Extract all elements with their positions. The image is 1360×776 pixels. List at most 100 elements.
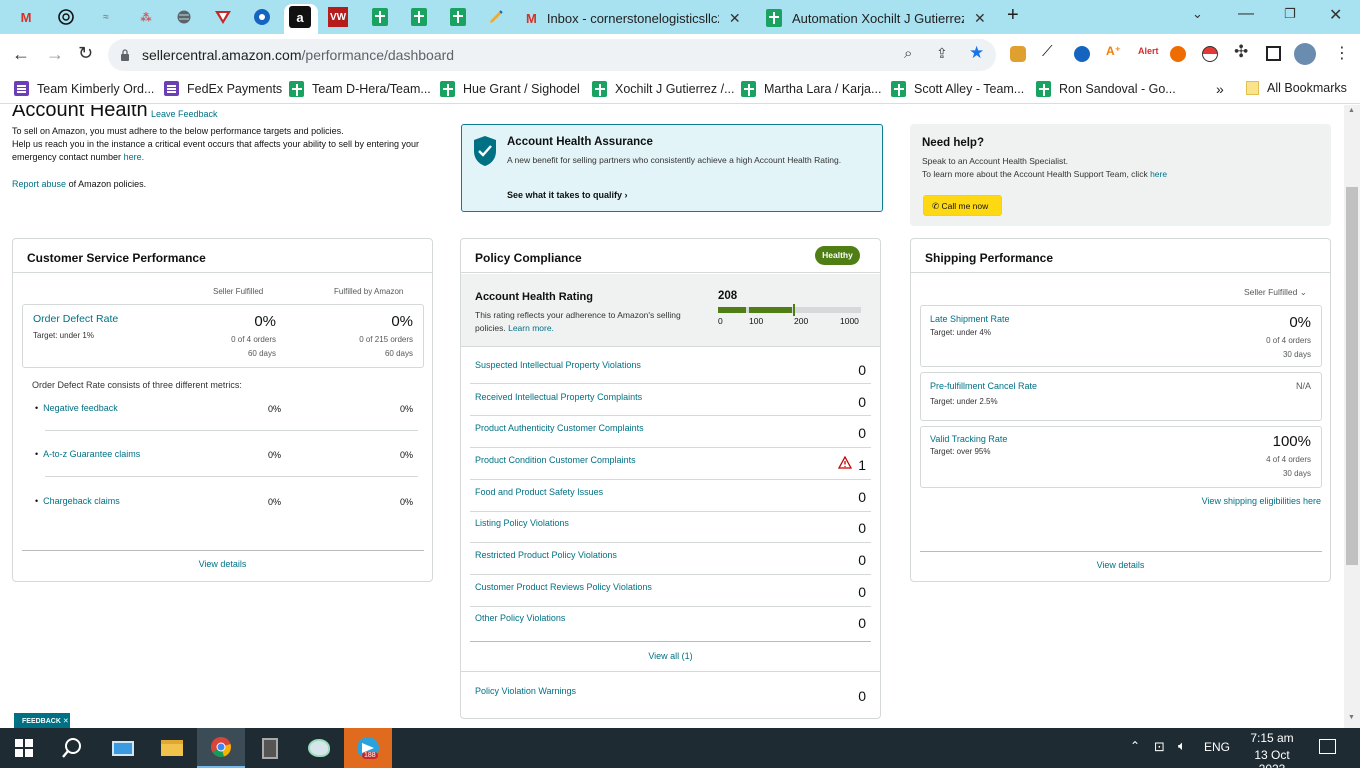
minimize-icon[interactable]: — xyxy=(1238,5,1254,23)
avatar[interactable] xyxy=(1294,43,1316,65)
scroll-up-icon[interactable]: ▲ xyxy=(1348,107,1355,114)
bookmark-item[interactable]: Scott Alley - Team... xyxy=(891,81,1024,97)
cross-tab-icon[interactable] xyxy=(250,5,274,29)
tab-inbox[interactable]: M Inbox - cornerstonelogisticsllc20 ✕ xyxy=(526,4,756,32)
report-abuse-link[interactable]: Report abuse xyxy=(12,179,66,189)
qualify-link[interactable]: See what it takes to qualify › xyxy=(507,190,628,200)
sheets-tab-icon[interactable] xyxy=(368,5,392,29)
start-icon[interactable] xyxy=(0,728,48,768)
close-icon[interactable]: ✕ xyxy=(63,718,69,725)
bookmark-item[interactable]: FedEx Payments xyxy=(164,81,282,96)
forward-icon[interactable]: → xyxy=(46,44,64,65)
sheets-icon xyxy=(1036,81,1051,97)
globe-tab-icon[interactable] xyxy=(172,5,196,29)
share-icon[interactable]: ⇪ xyxy=(936,45,948,62)
call-me-now-button[interactable]: ✆ Call me now xyxy=(923,195,1002,216)
learn-more-link[interactable]: Learn more. xyxy=(508,323,554,333)
side-panel-icon[interactable] xyxy=(1266,46,1281,61)
chargeback-claims-link[interactable]: Chargeback claims xyxy=(43,496,120,506)
policy-row: Customer Product Reviews Policy Violatio… xyxy=(475,582,866,600)
assurance-title: Account Health Assurance xyxy=(507,136,653,148)
sheets-tab-icon[interactable] xyxy=(446,5,470,29)
support-team-link[interactable]: here xyxy=(1150,169,1167,179)
zoom-icon[interactable]: ⌕ xyxy=(904,45,912,62)
reload-icon[interactable]: ↻ xyxy=(78,43,93,64)
extension-icon[interactable] xyxy=(1170,46,1186,62)
feedback-tab[interactable]: FEEDBACK ✕ xyxy=(14,713,70,728)
clock[interactable]: 7:15 am 13 Oct 2023 xyxy=(1240,731,1304,776)
bookmark-item[interactable]: Team Kimberly Ord... xyxy=(14,81,154,96)
account-health-rating-box: Account Health Rating This rating reflec… xyxy=(461,274,880,347)
tab-automation[interactable]: Automation Xochilt J Gutierrez ( ✕ xyxy=(766,4,996,32)
cancel-rate-link[interactable]: Pre-fulfillment Cancel Rate xyxy=(930,381,1037,391)
extension-icon[interactable]: A⁺ xyxy=(1106,44,1121,58)
page-tab-icon[interactable]: ≈ xyxy=(94,5,118,29)
bookmark-item[interactable]: Xochilt J Gutierrez /... xyxy=(592,81,734,97)
triangle-tab-icon[interactable] xyxy=(211,5,235,29)
bookmark-item[interactable]: Hue Grant / Sighodel xyxy=(440,81,580,97)
address-bar[interactable]: sellercentral.amazon.com/performance/das… xyxy=(108,39,996,71)
search-icon[interactable] xyxy=(48,728,96,768)
language-indicator[interactable]: ENG xyxy=(1204,740,1230,754)
page-scrollbar[interactable]: ▲ ▼ xyxy=(1344,105,1360,728)
shipping-view-details-link[interactable]: View details xyxy=(911,560,1330,570)
more-bookmarks-icon[interactable]: » xyxy=(1216,81,1224,97)
fulfillment-selector[interactable]: Seller Fulfilled ⌄ xyxy=(1244,287,1307,298)
csp-view-details-link[interactable]: View details xyxy=(13,559,432,569)
network-icon[interactable]: ⊡ xyxy=(1154,739,1165,755)
gmail-tab-icon[interactable]: M xyxy=(14,5,38,29)
chevron-up-icon[interactable]: ⌃ xyxy=(1130,739,1140,753)
file-explorer-icon[interactable] xyxy=(148,728,196,768)
url-text[interactable]: sellercentral.amazon.com/performance/das… xyxy=(142,47,454,63)
negative-feedback-link[interactable]: Negative feedback xyxy=(43,403,118,413)
bookmark-item[interactable]: Team D-Hera/Team... xyxy=(289,81,431,97)
close-tab-icon[interactable]: ✕ xyxy=(729,10,741,27)
telegram-icon[interactable]: 188 xyxy=(344,728,392,768)
paint-icon[interactable] xyxy=(295,728,343,768)
extension-icon[interactable] xyxy=(1074,46,1090,62)
close-window-icon[interactable]: ✕ xyxy=(1329,5,1342,25)
extension-icon[interactable]: Alert xyxy=(1138,46,1159,56)
late-shipment-link[interactable]: Late Shipment Rate xyxy=(930,314,1010,324)
chevron-right-icon: › xyxy=(624,190,628,200)
bookmark-star-icon[interactable]: ★ xyxy=(969,43,984,63)
pencil-tab-icon[interactable] xyxy=(484,5,508,29)
volume-icon[interactable]: 🔈︎ xyxy=(1178,738,1186,754)
all-bookmarks[interactable]: All Bookmarks xyxy=(1246,81,1347,95)
close-tab-icon[interactable]: ✕ xyxy=(974,10,986,27)
bookmark-item[interactable]: Ron Sandoval - Go... xyxy=(1036,81,1176,97)
atoz-claims-link[interactable]: A-to-z Guarantee claims xyxy=(43,449,140,459)
shipping-eligibilities-link[interactable]: View shipping eligibilities here xyxy=(1202,496,1321,506)
page-tab-icon[interactable]: ⁂ xyxy=(134,5,158,29)
extension-icon[interactable]: ⟋ xyxy=(1042,43,1053,60)
card-title: Customer Service Performance xyxy=(13,239,432,273)
extension-icon[interactable] xyxy=(1202,46,1218,62)
sheets-tab-icon[interactable] xyxy=(407,5,431,29)
odr-seller-value: 0% xyxy=(254,313,276,330)
rating-bar-segment xyxy=(718,307,746,313)
back-icon[interactable]: ← xyxy=(12,44,30,65)
extension-icon[interactable] xyxy=(1010,46,1026,62)
restore-icon[interactable]: ❐ xyxy=(1284,6,1296,22)
valid-tracking-link[interactable]: Valid Tracking Rate xyxy=(930,434,1007,444)
scrollbar-thumb[interactable] xyxy=(1346,187,1358,565)
emergency-contact-link[interactable]: here. xyxy=(124,152,145,162)
chatgpt-tab-icon[interactable] xyxy=(54,5,78,29)
chrome-taskbar-icon[interactable] xyxy=(197,728,245,768)
order-defect-rate-link[interactable]: Order Defect Rate xyxy=(33,313,118,325)
menu-icon[interactable]: ⋮ xyxy=(1334,43,1350,63)
pc-icon[interactable] xyxy=(99,728,147,768)
calculator-icon[interactable] xyxy=(246,728,294,768)
leave-feedback-link[interactable]: Leave Feedback xyxy=(151,109,218,119)
bookmark-item[interactable]: Martha Lara / Karja... xyxy=(741,81,881,97)
amazon-tab-icon[interactable]: a xyxy=(289,6,311,28)
scroll-down-icon[interactable]: ▼ xyxy=(1348,714,1355,721)
puzzle-icon[interactable]: ✣ xyxy=(1234,42,1248,62)
rating-marker xyxy=(793,304,795,316)
new-tab-button[interactable]: + xyxy=(1007,4,1019,27)
sheets-icon xyxy=(289,81,304,97)
vw-tab-icon[interactable]: VW xyxy=(328,7,348,27)
tab-search-icon[interactable]: ⌄ xyxy=(1192,6,1203,22)
view-all-link[interactable]: View all (1) xyxy=(461,651,880,661)
notifications-icon[interactable] xyxy=(1319,739,1336,754)
